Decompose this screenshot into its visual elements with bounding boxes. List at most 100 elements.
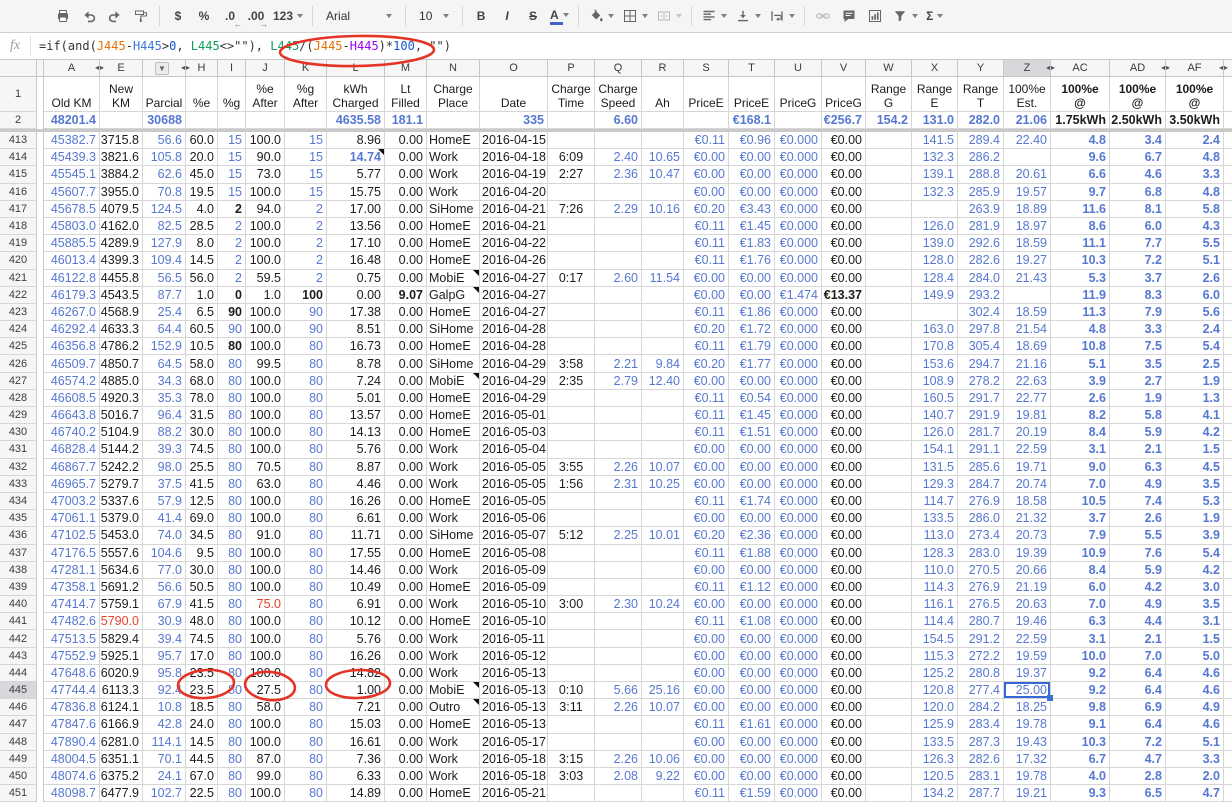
cell[interactable]: 80	[218, 716, 246, 733]
fill-color-button[interactable]	[585, 4, 617, 28]
cell[interactable]: 2016-04-27	[480, 304, 548, 321]
cell[interactable]: €0.11	[684, 338, 729, 355]
cell[interactable]: €0.00	[684, 510, 729, 527]
vertical-align-button[interactable]	[732, 4, 764, 28]
row-header-449[interactable]: 449	[0, 751, 37, 768]
cell[interactable]: 47648.6	[44, 665, 100, 682]
cell[interactable]	[548, 424, 595, 441]
cell[interactable]: 17.32	[1004, 751, 1051, 768]
totals-cell[interactable]: 282.0	[958, 112, 1004, 129]
cell[interactable]: 21.16	[1004, 355, 1051, 372]
cell[interactable]: 80	[285, 751, 327, 768]
cell[interactable]: €0.000	[775, 751, 822, 768]
cell[interactable]: 10.3	[1051, 734, 1110, 751]
cell[interactable]: 2016-04-22	[480, 235, 548, 252]
column-header-U[interactable]: U	[775, 60, 822, 77]
cell[interactable]	[642, 235, 684, 252]
cell[interactable]: 74.0	[143, 527, 186, 544]
cell[interactable]: €1.79	[729, 338, 775, 355]
font-size-button[interactable]: 10	[412, 4, 456, 28]
column-header-narrow[interactable]: ▼◂	[143, 60, 186, 77]
cell[interactable]: 8.78	[327, 355, 385, 372]
cell[interactable]: 27.5	[246, 682, 285, 699]
cell[interactable]: 2016-04-19	[480, 166, 548, 183]
cell[interactable]: MobiE	[427, 373, 480, 390]
cell[interactable]: 47513.5	[44, 630, 100, 647]
cell[interactable]: 80	[218, 579, 246, 596]
insert-link-button[interactable]	[811, 4, 835, 28]
cell[interactable]: €0.00	[822, 407, 866, 424]
cell[interactable]: 24.1	[143, 768, 186, 785]
column-header-V[interactable]: V	[822, 60, 866, 77]
cell[interactable]: 80	[218, 407, 246, 424]
cell[interactable]	[595, 493, 642, 510]
cell[interactable]: 80	[218, 390, 246, 407]
cell[interactable]: 2016-04-29	[480, 390, 548, 407]
cell[interactable]: 2	[285, 252, 327, 269]
cell[interactable]	[866, 441, 912, 458]
cell[interactable]: €0.00	[822, 785, 866, 802]
row-header-415[interactable]: 415	[0, 166, 37, 183]
cell[interactable]: 2016-04-21	[480, 201, 548, 218]
cell[interactable]: 10.9	[1051, 545, 1110, 562]
row-header-429[interactable]: 429	[0, 407, 37, 424]
cell[interactable]: 80	[218, 373, 246, 390]
cell[interactable]: 100.0	[246, 338, 285, 355]
cell[interactable]: 80	[218, 338, 246, 355]
cell[interactable]: 41.5	[186, 476, 218, 493]
cell[interactable]: 2016-04-15	[480, 132, 548, 149]
cell[interactable]: HomeE	[427, 716, 480, 733]
cell[interactable]: €0.00	[822, 630, 866, 647]
column-header-R[interactable]: R	[642, 60, 684, 77]
cell[interactable]: 7.0	[1110, 648, 1166, 665]
cell[interactable]: Work	[427, 166, 480, 183]
cell[interactable]	[866, 373, 912, 390]
cell[interactable]: 80	[218, 596, 246, 613]
cell[interactable]: 2.0	[1166, 768, 1224, 785]
cell[interactable]: 2016-04-28	[480, 321, 548, 338]
cell[interactable]: 0.00	[385, 648, 427, 665]
strikethrough-button[interactable]: S	[521, 4, 545, 28]
row-header-450[interactable]: 450	[0, 768, 37, 785]
column-title[interactable]: 100%e @	[1166, 77, 1224, 112]
cell[interactable]: 80	[218, 665, 246, 682]
cell[interactable]: €0.11	[684, 390, 729, 407]
functions-button[interactable]: Σ	[923, 4, 947, 28]
cell[interactable]: €0.00	[822, 734, 866, 751]
cell[interactable]: €0.000	[775, 665, 822, 682]
cell[interactable]: 9.2	[1051, 682, 1110, 699]
cell[interactable]: 67.9	[143, 596, 186, 613]
cell[interactable]: 4.2	[1110, 579, 1166, 596]
cell[interactable]: 47061.1	[44, 510, 100, 527]
column-title[interactable]: %e	[186, 77, 218, 112]
cell[interactable]	[642, 184, 684, 201]
cell[interactable]: 2016-05-11	[480, 630, 548, 647]
cell[interactable]: 154.5	[912, 630, 958, 647]
cell[interactable]: 46292.4	[44, 321, 100, 338]
cell[interactable]	[642, 562, 684, 579]
cell[interactable]: 57.9	[143, 493, 186, 510]
cell[interactable]: 276.9	[958, 579, 1004, 596]
cell[interactable]: 82.5	[143, 218, 186, 235]
cell[interactable]: 289.4	[958, 132, 1004, 149]
cell[interactable]: 2.26	[595, 699, 642, 716]
cell[interactable]: 3:55	[548, 459, 595, 476]
cell[interactable]: 75.0	[246, 596, 285, 613]
cell[interactable]: 13.56	[327, 218, 385, 235]
cell[interactable]: 80	[285, 441, 327, 458]
cell[interactable]: €0.000	[775, 545, 822, 562]
cell[interactable]: 68.0	[186, 373, 218, 390]
cell[interactable]: 23.5	[186, 682, 218, 699]
row-header-431[interactable]: 431	[0, 441, 37, 458]
cell[interactable]: 10.47	[642, 166, 684, 183]
cell[interactable]: €0.000	[775, 613, 822, 630]
cell[interactable]: 133.5	[912, 510, 958, 527]
cell[interactable]: 5.9	[1110, 562, 1166, 579]
cell[interactable]: 45.0	[186, 166, 218, 183]
cell[interactable]: 9.7	[1051, 184, 1110, 201]
column-header-T[interactable]: T	[729, 60, 775, 77]
cell[interactable]: 297.8	[958, 321, 1004, 338]
cell[interactable]: 154.1	[912, 441, 958, 458]
cell[interactable]: 19.59	[1004, 648, 1051, 665]
cell[interactable]: 16.73	[327, 338, 385, 355]
